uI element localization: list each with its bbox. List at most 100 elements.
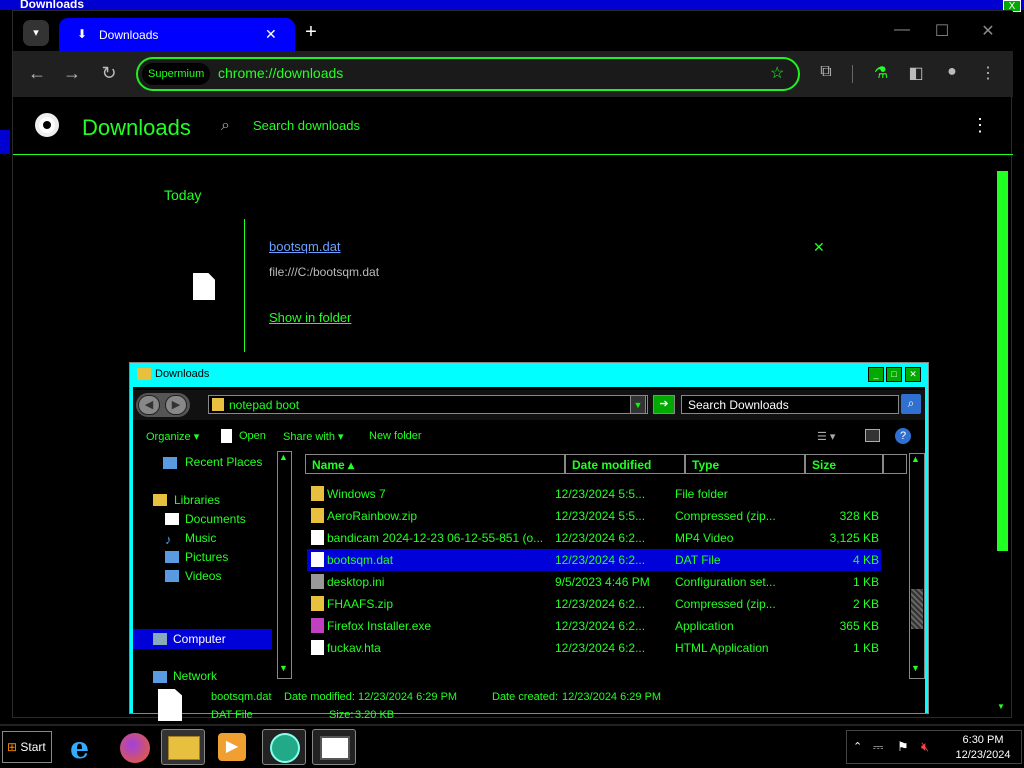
- nav-libraries[interactable]: Libraries: [174, 493, 220, 507]
- file-row[interactable]: AeroRainbow.zip 12/23/2024 5:5... Compress…: [307, 505, 881, 527]
- new-tab-button[interactable]: +: [299, 21, 323, 44]
- show-in-folder-link[interactable]: Show in folder: [269, 310, 351, 325]
- file-date: 12/23/2024 5:5...: [555, 487, 646, 501]
- nav-recent-places[interactable]: Recent Places: [185, 455, 262, 469]
- view-options-icon[interactable]: ☰ ▾: [817, 430, 835, 443]
- ie-icon[interactable]: e: [64, 729, 108, 766]
- close-window-button[interactable]: ✕: [973, 21, 1003, 41]
- column-header-name[interactable]: Name ▴: [305, 454, 565, 474]
- remove-download-button[interactable]: ✕: [813, 239, 825, 256]
- start-button[interactable]: ⊞ Start: [2, 731, 52, 763]
- side-panel-icon[interactable]: ◧: [905, 63, 927, 83]
- search-placeholder[interactable]: Search Downloads: [688, 398, 789, 412]
- tab-downloads[interactable]: ⬇ Downloads ✕: [59, 18, 295, 52]
- clock-date[interactable]: 12/23/2024: [953, 749, 1013, 761]
- explorer-icon[interactable]: [161, 729, 205, 765]
- navigation-pane-scrollbar[interactable]: ▲ ▼: [277, 451, 292, 679]
- scroll-up-arrow-icon[interactable]: ▲: [279, 452, 288, 462]
- organize-button[interactable]: Organize ▾: [146, 430, 199, 443]
- file-rows: Windows 7 12/23/2024 5:5... File folder Aer…: [293, 483, 903, 677]
- page-scrollbar[interactable]: ▼: [996, 171, 1009, 711]
- file-icon: [193, 273, 215, 300]
- windows-logo-icon: ⊞: [7, 740, 18, 754]
- file-name: fuckav.hta: [327, 641, 381, 655]
- show-hidden-icons-icon[interactable]: ⌃: [853, 740, 862, 753]
- browser-name-chip[interactable]: Supermium: [142, 63, 211, 85]
- scroll-up-arrow-icon[interactable]: ▲: [911, 454, 920, 464]
- firefox-icon[interactable]: [113, 729, 157, 765]
- explorer-address-input[interactable]: notepad boot: [208, 395, 648, 414]
- file-list-scrollbar[interactable]: ▲ ▼: [909, 453, 925, 679]
- preview-pane-icon[interactable]: [865, 429, 880, 442]
- details-created-label: Date created:: [492, 691, 559, 703]
- column-header-size[interactable]: Size: [805, 454, 883, 474]
- search-downloads-input[interactable]: Search downloads: [253, 118, 360, 133]
- file-row[interactable]: desktop.ini 9/5/2023 4:46 PM Configuration…: [307, 571, 881, 593]
- open-button[interactable]: Open: [239, 430, 266, 442]
- explorer-titlebar[interactable]: Downloads _ □ ✕: [130, 363, 928, 387]
- explorer-maximize-button[interactable]: □: [886, 367, 902, 382]
- labs-icon[interactable]: ⚗: [870, 63, 892, 83]
- network-icon[interactable]: ⎓: [873, 739, 883, 755]
- window-icon[interactable]: [312, 729, 356, 765]
- scrollbar-thumb[interactable]: [911, 589, 923, 629]
- open-file-icon: [221, 429, 232, 443]
- tab-close-button[interactable]: ✕: [265, 26, 277, 43]
- menu-icon[interactable]: ⋮: [977, 63, 999, 83]
- browser-toolbar: ← → ↻ Supermium chrome://downloads ☆ ⧉ ⚗…: [13, 51, 1013, 97]
- nav-computer[interactable]: Computer: [173, 632, 226, 646]
- search-icon[interactable]: ⌕: [901, 394, 921, 414]
- scroll-down-arrow-icon[interactable]: ▼: [911, 663, 920, 673]
- profile-icon[interactable]: ●: [941, 63, 963, 81]
- action-center-flag-icon[interactable]: ⚑: [897, 739, 909, 755]
- nav-documents[interactable]: Documents: [185, 512, 246, 526]
- download-file-link[interactable]: bootsqm.dat: [269, 239, 341, 254]
- file-row[interactable]: Windows 7 12/23/2024 5:5... File folder: [307, 483, 881, 505]
- tab-search-button[interactable]: ▾: [23, 20, 49, 46]
- file-row[interactable]: bootsqm.dat 12/23/2024 6:2... DAT File 4 KB: [307, 549, 881, 571]
- scrollbar-thumb[interactable]: [997, 171, 1008, 551]
- column-name-label: Name: [312, 458, 345, 472]
- forward-button[interactable]: →: [60, 63, 84, 84]
- nav-music[interactable]: Music: [185, 531, 216, 545]
- explorer-minimize-button[interactable]: _: [868, 367, 884, 382]
- url-text[interactable]: chrome://downloads: [218, 65, 343, 81]
- nav-pictures[interactable]: Pictures: [185, 550, 228, 564]
- scroll-down-arrow-icon[interactable]: ▼: [279, 663, 288, 673]
- file-row[interactable]: fuckav.hta 12/23/2024 6:2... HTML Applicat…: [307, 637, 881, 659]
- maximize-button[interactable]: ☐: [927, 21, 957, 41]
- volume-muted-icon[interactable]: 🔇︎: [921, 739, 929, 755]
- go-arrow-button[interactable]: ➔: [653, 395, 675, 414]
- explorer-back-button[interactable]: ◀: [138, 395, 160, 415]
- file-name: Firefox Installer.exe: [327, 619, 432, 633]
- help-icon[interactable]: ?: [895, 428, 911, 444]
- more-actions-icon[interactable]: ⋮: [971, 115, 989, 136]
- file-row[interactable]: FHAAFS.zip 12/23/2024 6:2... Compressed (z…: [307, 593, 881, 615]
- share-with-button[interactable]: Share with ▾: [283, 430, 344, 443]
- column-header-extra[interactable]: [883, 454, 907, 474]
- scroll-down-arrow-icon[interactable]: ▼: [997, 702, 1005, 711]
- file-icon: [158, 689, 182, 721]
- nav-videos[interactable]: Videos: [185, 569, 221, 583]
- minimize-button[interactable]: —: [887, 21, 917, 39]
- address-bar[interactable]: Supermium chrome://downloads ☆: [136, 57, 800, 91]
- bookmark-star-icon[interactable]: ☆: [770, 63, 784, 83]
- explorer-forward-button[interactable]: ▶: [165, 395, 187, 415]
- explorer-close-button[interactable]: ✕: [905, 367, 921, 382]
- media-player-icon[interactable]: ▶: [210, 729, 254, 765]
- clock-time[interactable]: 6:30 PM: [953, 734, 1013, 746]
- nav-network[interactable]: Network: [173, 669, 217, 683]
- new-folder-button[interactable]: New folder: [369, 430, 422, 442]
- file-row[interactable]: Firefox Installer.exe 12/23/2024 6:2... Ap…: [307, 615, 881, 637]
- address-dropdown-button[interactable]: ▼: [630, 395, 646, 414]
- column-header-date[interactable]: Date modified: [565, 454, 685, 474]
- address-text[interactable]: notepad boot: [229, 398, 299, 412]
- chrome-icon[interactable]: [262, 729, 306, 765]
- back-button[interactable]: ←: [25, 63, 49, 84]
- explorer-search-input[interactable]: Search Downloads: [681, 395, 899, 414]
- search-icon[interactable]: ⌕: [221, 117, 230, 135]
- column-header-type[interactable]: Type: [685, 454, 805, 474]
- file-row[interactable]: bandicam 2024-12-23 06-12-55-851 (o... 12…: [307, 527, 881, 549]
- extensions-icon[interactable]: ⧉: [815, 63, 837, 81]
- reload-button[interactable]: ↻: [97, 63, 121, 84]
